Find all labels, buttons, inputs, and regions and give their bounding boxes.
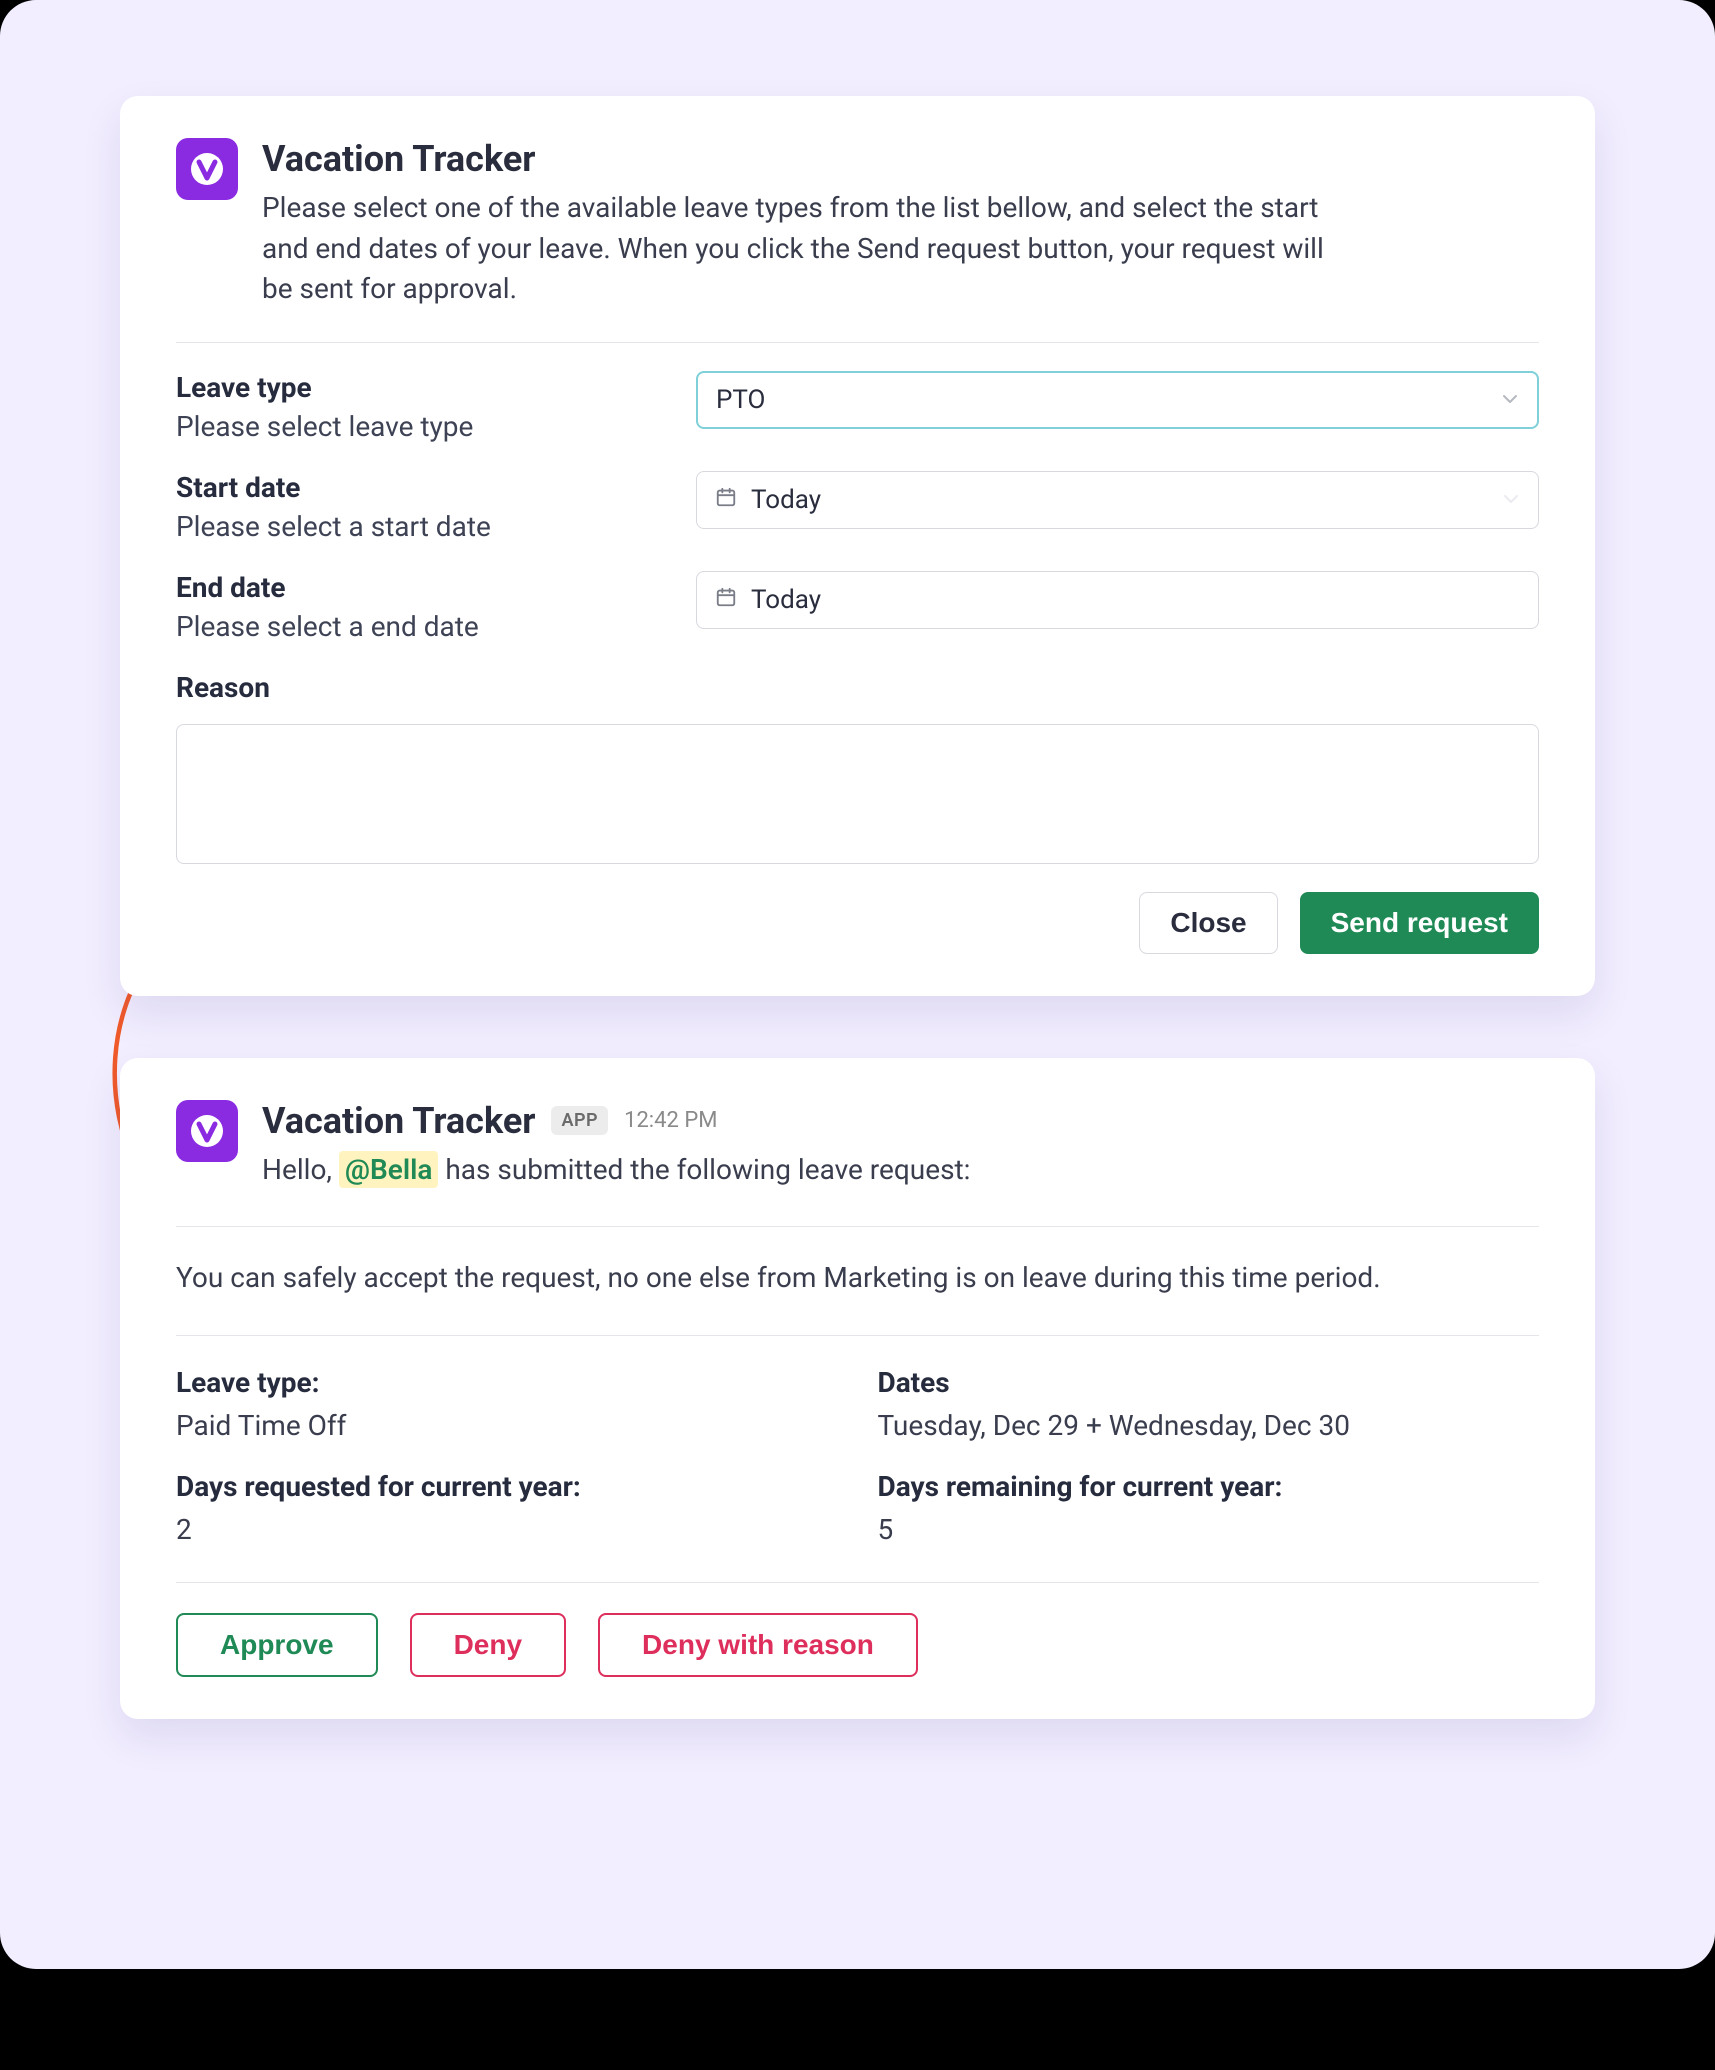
greeting-prefix: Hello, <box>262 1153 339 1186</box>
app-title: Vacation Tracker <box>262 138 1539 180</box>
reason-label: Reason <box>176 671 270 704</box>
message-greeting: Hello, @Bella has submitted the followin… <box>262 1150 1342 1191</box>
start-date-value: Today <box>751 485 821 515</box>
dates-value: Tuesday, Dec 29 + Wednesday, Dec 30 <box>878 1409 1540 1442</box>
end-date-input[interactable]: Today <box>696 571 1539 629</box>
app-badge: APP <box>551 1106 608 1135</box>
card-header: Vacation Tracker APP 12:42 PM Hello, @Be… <box>176 1100 1539 1191</box>
dates-block: Dates Tuesday, Dec 29 + Wednesday, Dec 3… <box>878 1366 1540 1442</box>
deny-with-reason-button[interactable]: Deny with reason <box>598 1613 918 1677</box>
days-requested-label: Days requested for current year: <box>176 1470 838 1503</box>
divider <box>176 1226 1539 1227</box>
divider <box>176 1582 1539 1583</box>
app-logo-icon <box>187 1111 227 1151</box>
start-date-input[interactable]: Today <box>696 471 1539 529</box>
divider <box>176 1335 1539 1336</box>
days-remaining-value: 5 <box>878 1513 1540 1546</box>
reason-textarea[interactable] <box>176 724 1539 864</box>
app-logo-icon <box>187 149 227 189</box>
end-date-hint: Please select a end date <box>176 610 656 643</box>
greeting-suffix: has submitted the following leave reques… <box>445 1153 970 1186</box>
leave-type-hint: Please select leave type <box>176 410 656 443</box>
divider <box>176 342 1539 343</box>
approval-message-card: Vacation Tracker APP 12:42 PM Hello, @Be… <box>120 1058 1595 1720</box>
send-request-button[interactable]: Send request <box>1300 892 1539 954</box>
days-remaining-block: Days remaining for current year: 5 <box>878 1470 1540 1546</box>
leave-type-label: Leave type: <box>176 1366 838 1399</box>
leave-type-block: Leave type: Paid Time Off <box>176 1366 838 1442</box>
approve-button[interactable]: Approve <box>176 1613 378 1677</box>
leave-type-value: Paid Time Off <box>176 1409 838 1442</box>
deny-button[interactable]: Deny <box>410 1613 566 1677</box>
start-date-hint: Please select a start date <box>176 510 656 543</box>
start-date-row: Start date Please select a start date To… <box>176 471 1539 543</box>
calendar-icon <box>715 585 737 615</box>
leave-type-label: Leave type <box>176 371 656 404</box>
close-button[interactable]: Close <box>1139 892 1277 954</box>
app-title: Vacation Tracker <box>262 1100 535 1142</box>
days-requested-value: 2 <box>176 1513 838 1546</box>
end-date-value: Today <box>751 585 821 615</box>
approval-button-row: Approve Deny Deny with reason <box>176 1613 1539 1677</box>
message-time: 12:42 PM <box>624 1108 717 1133</box>
days-requested-block: Days requested for current year: 2 <box>176 1470 838 1546</box>
chevron-down-icon <box>1501 385 1519 415</box>
form-button-row: Close Send request <box>176 892 1539 954</box>
app-logo <box>176 138 238 200</box>
leave-type-value: PTO <box>716 385 765 415</box>
start-date-label: Start date <box>176 471 656 504</box>
reason-row: Reason <box>176 671 1539 864</box>
request-details-grid: Leave type: Paid Time Off Dates Tuesday,… <box>176 1366 1539 1546</box>
user-mention[interactable]: @Bella <box>339 1151 439 1188</box>
end-date-label: End date <box>176 571 656 604</box>
advice-text: You can safely accept the request, no on… <box>176 1257 1539 1299</box>
app-logo <box>176 1100 238 1162</box>
stage: Vacation Tracker Please select one of th… <box>0 0 1715 1969</box>
app-intro-text: Please select one of the available leave… <box>262 188 1342 310</box>
leave-type-row: Leave type Please select leave type PTO <box>176 371 1539 443</box>
end-date-row: End date Please select a end date Today <box>176 571 1539 643</box>
request-form-card: Vacation Tracker Please select one of th… <box>120 96 1595 996</box>
chevron-down-icon <box>1502 485 1520 515</box>
card-header: Vacation Tracker Please select one of th… <box>176 138 1539 310</box>
leave-type-select[interactable]: PTO <box>696 371 1539 429</box>
days-remaining-label: Days remaining for current year: <box>878 1470 1540 1503</box>
calendar-icon <box>715 485 737 515</box>
dates-label: Dates <box>878 1366 1540 1399</box>
